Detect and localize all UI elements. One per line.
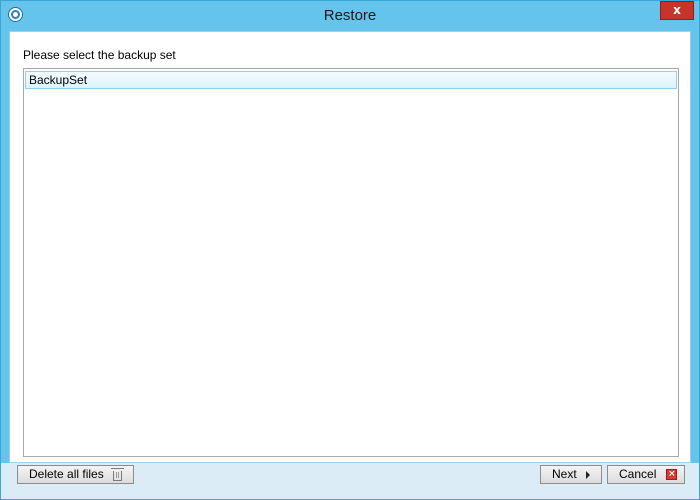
cancel-label: Cancel bbox=[619, 467, 657, 481]
footer-bar: Delete all files Next Cancel × bbox=[1, 463, 699, 499]
backup-set-list[interactable]: BackupSet bbox=[23, 68, 679, 457]
next-label: Next bbox=[552, 467, 577, 481]
select-prompt: Please select the backup set bbox=[23, 48, 176, 62]
close-button[interactable]: x bbox=[660, 1, 694, 20]
title-bar[interactable]: Restore x bbox=[1, 1, 699, 32]
delete-all-files-button[interactable]: Delete all files bbox=[17, 465, 134, 484]
delete-all-files-label: Delete all files bbox=[29, 467, 104, 481]
arrow-right-icon bbox=[585, 470, 590, 479]
cancel-button[interactable]: Cancel × bbox=[607, 465, 685, 484]
trash-icon bbox=[110, 467, 124, 481]
restore-window: Restore x Please select the backup set B… bbox=[0, 0, 700, 500]
next-button[interactable]: Next bbox=[540, 465, 602, 484]
content-panel: Please select the backup set BackupSet bbox=[9, 31, 691, 463]
list-item-backupset[interactable]: BackupSet bbox=[25, 71, 677, 89]
window-title: Restore bbox=[323, 7, 377, 24]
cancel-icon: × bbox=[666, 469, 678, 480]
